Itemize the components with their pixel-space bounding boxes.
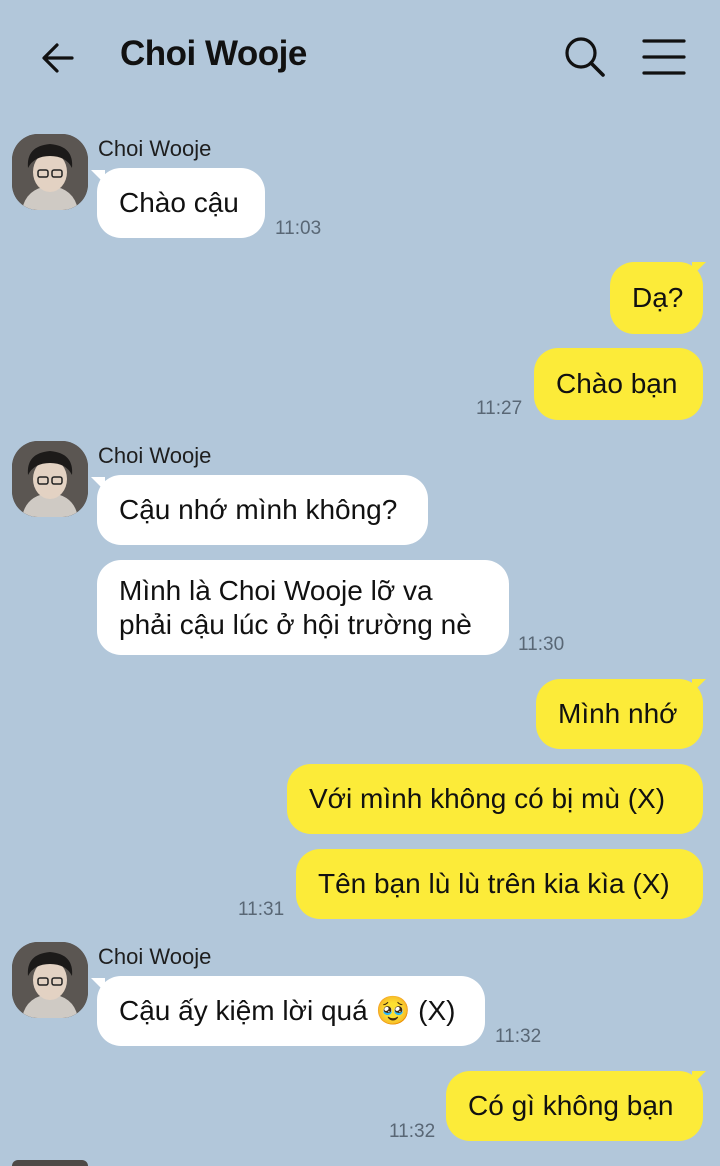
- message-bubble-outgoing[interactable]: Với mình không có bị mù (X): [287, 764, 703, 834]
- message-bubble-outgoing[interactable]: Dạ?: [610, 262, 703, 334]
- message-timestamp: 11:32: [389, 1121, 436, 1142]
- avatar[interactable]: [12, 134, 88, 210]
- avatar[interactable]: [12, 942, 88, 1018]
- message-line: phải cậu lúc ở hội trường nè: [119, 609, 472, 640]
- message-timestamp: 11:32: [495, 1026, 542, 1047]
- message-bubble-outgoing[interactable]: Chào bạn: [534, 348, 703, 420]
- sender-name: Choi Wooje: [98, 443, 212, 468]
- message-bubble-outgoing[interactable]: Có gì không bạn: [446, 1071, 703, 1141]
- sender-name: Choi Wooje: [98, 136, 212, 161]
- message-bubble-outgoing[interactable]: Mình nhớ: [536, 679, 703, 749]
- message-bubble-incoming[interactable]: Cậu nhớ mình không?: [97, 475, 428, 545]
- avatar[interactable]: [12, 1160, 88, 1166]
- message-bubble-outgoing[interactable]: Tên bạn lù lù trên kia kìa (X): [296, 849, 703, 919]
- message-bubble-incoming[interactable]: Cậu ấy kiệm lời quá 🥹 (X): [97, 976, 485, 1046]
- message-line: Mình là Choi Wooje lỡ va: [119, 575, 433, 606]
- avatar[interactable]: [12, 441, 88, 517]
- chat-title: Choi Wooje: [120, 34, 307, 73]
- message-timestamp: 11:31: [238, 899, 285, 920]
- sender-name: Choi Wooje: [98, 944, 212, 969]
- avatar-photo: [12, 942, 88, 1018]
- arrow-left-icon[interactable]: [36, 36, 80, 80]
- message-bubble-incoming[interactable]: Chào cậu: [97, 168, 265, 238]
- message-bubble-incoming[interactable]: Mình là Choi Wooje lỡ va phải cậu lúc ở …: [97, 560, 509, 655]
- message-timestamp: 11:27: [476, 398, 523, 419]
- search-icon[interactable]: [562, 34, 608, 80]
- message-timestamp: 11:30: [518, 634, 565, 655]
- chat-header: Choi Wooje: [0, 0, 720, 110]
- avatar-photo: [12, 441, 88, 517]
- message-timestamp: 11:03: [275, 218, 322, 239]
- hamburger-menu-icon[interactable]: [640, 36, 688, 78]
- avatar-photo: [12, 134, 88, 210]
